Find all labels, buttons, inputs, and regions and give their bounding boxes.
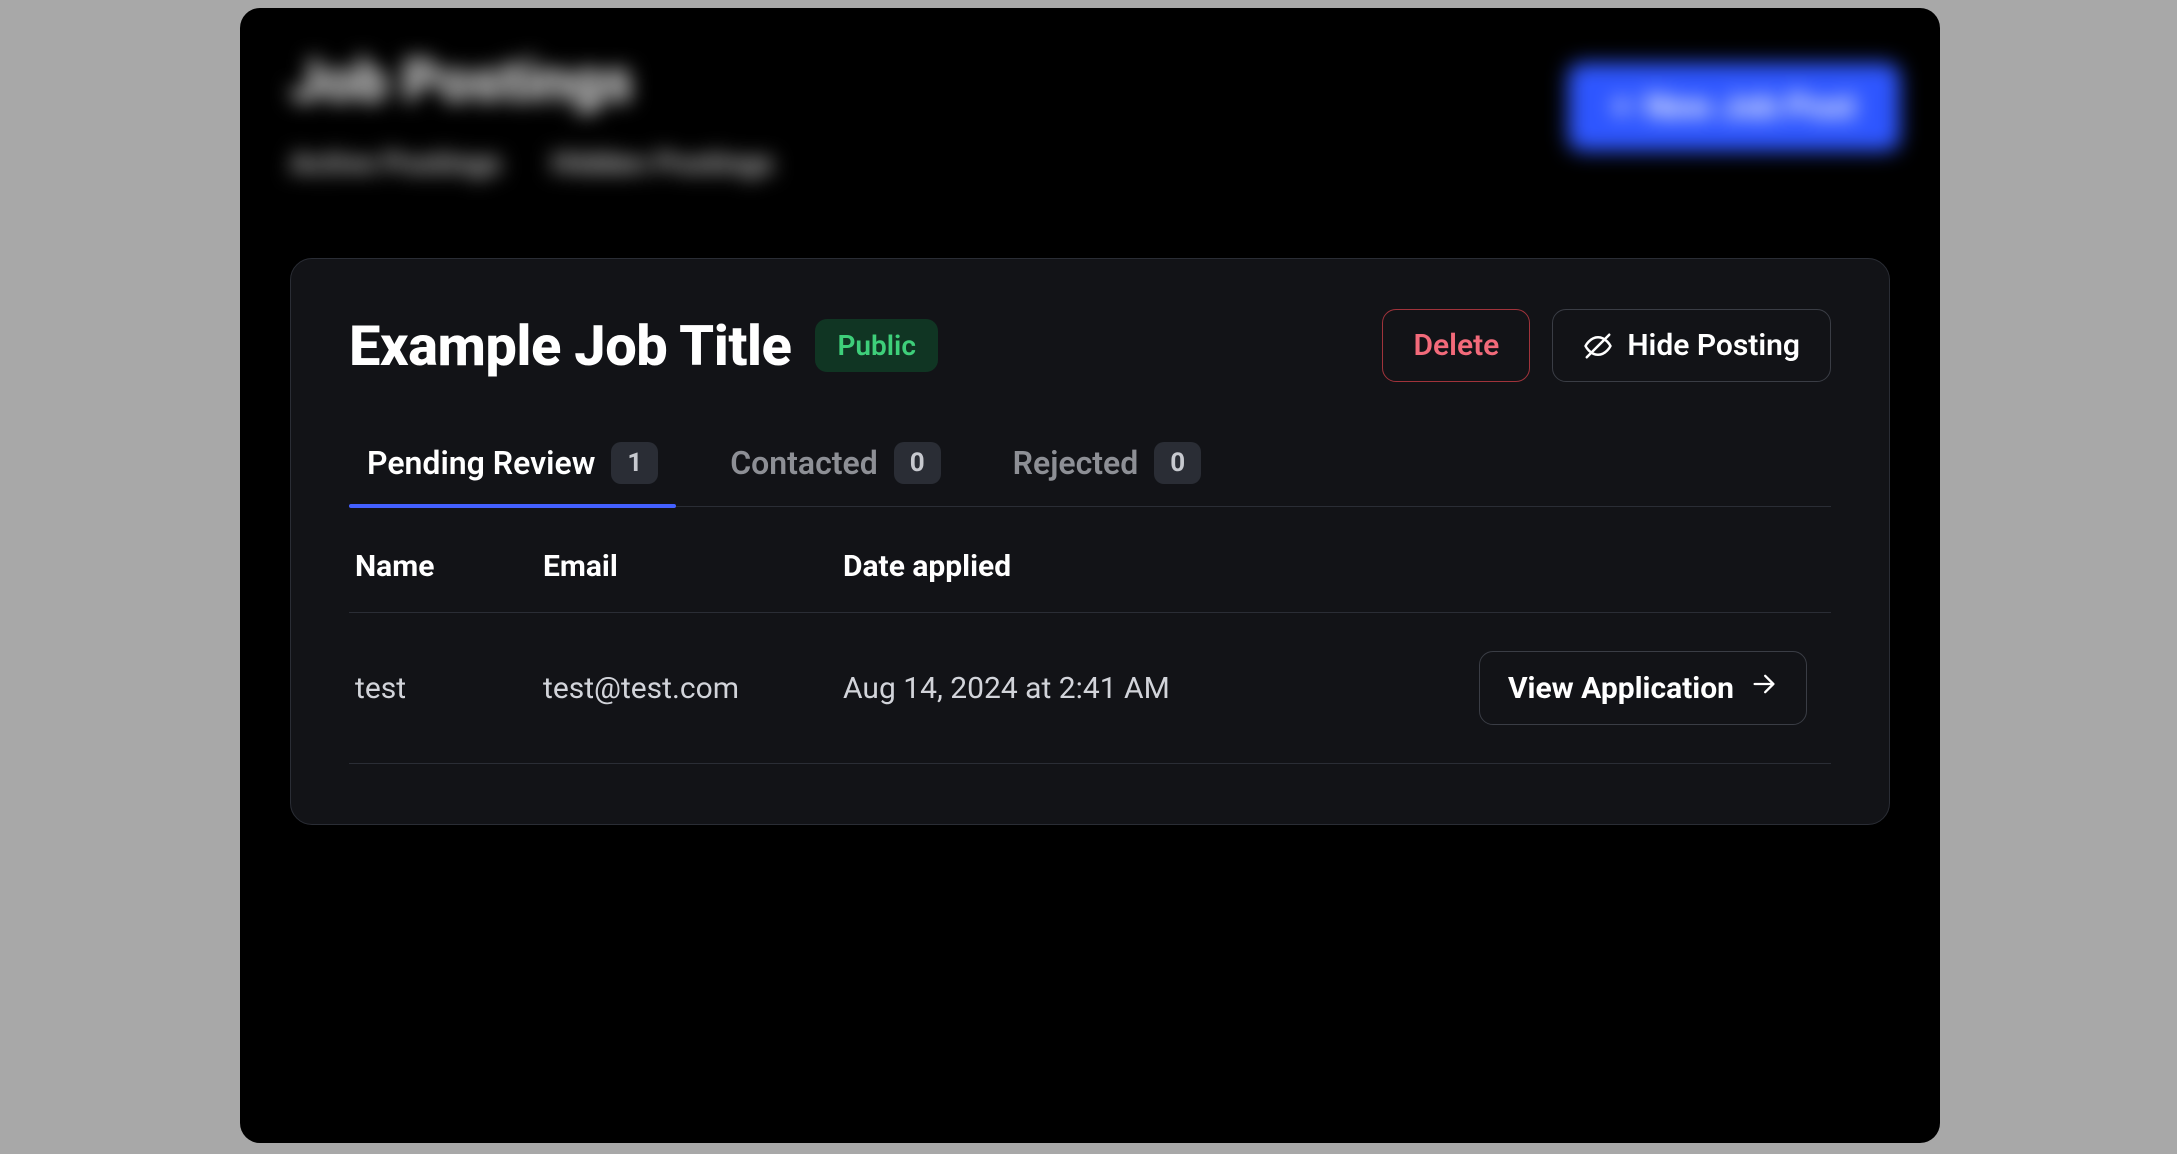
cell-action: View Application	[1339, 613, 1831, 764]
title-group: Example Job Title Public	[349, 313, 938, 379]
tab-rejected[interactable]: Rejected 0	[995, 430, 1220, 506]
tab-label: Rejected	[1013, 444, 1139, 482]
new-job-post-button[interactable]: + New Job Post	[1568, 63, 1900, 151]
tab-count: 0	[1154, 442, 1201, 484]
tab-label: Contacted	[730, 444, 878, 482]
app-window: Job Postings + New Job Post Active Posti…	[240, 8, 1940, 1143]
bg-tab-hidden[interactable]: Hidden Postings	[551, 146, 773, 181]
cell-date: Aug 14, 2024 at 2:41 AM	[819, 613, 1339, 764]
arrow-right-icon	[1750, 670, 1778, 706]
hide-posting-button[interactable]: Hide Posting	[1552, 309, 1831, 382]
col-header-date: Date applied	[819, 515, 1339, 613]
cell-email: test@test.com	[519, 613, 819, 764]
job-detail-panel: Example Job Title Public Delete Hide Pos…	[290, 258, 1890, 825]
table-row: test test@test.com Aug 14, 2024 at 2:41 …	[349, 613, 1831, 764]
tab-pending-review[interactable]: Pending Review 1	[349, 430, 676, 506]
panel-actions: Delete Hide Posting	[1382, 309, 1831, 382]
bg-tab-active[interactable]: Active Postings	[290, 146, 501, 181]
view-application-label: View Application	[1508, 671, 1734, 706]
panel-header: Example Job Title Public Delete Hide Pos…	[349, 309, 1831, 382]
applicants-table: Name Email Date applied test test@test.c…	[349, 515, 1831, 764]
eye-off-icon	[1583, 331, 1613, 361]
background-tabs: Active Postings Hidden Postings	[290, 146, 1890, 181]
page-title: Job Postings	[290, 48, 1890, 116]
delete-label: Delete	[1413, 328, 1499, 363]
visibility-badge: Public	[815, 319, 938, 372]
new-job-post-label: New Job Post	[1645, 87, 1856, 127]
hide-label: Hide Posting	[1627, 328, 1800, 363]
view-application-button[interactable]: View Application	[1479, 651, 1807, 725]
col-header-action	[1339, 515, 1831, 613]
cell-name: test	[349, 613, 519, 764]
tab-label: Pending Review	[367, 444, 595, 482]
application-status-tabs: Pending Review 1 Contacted 0 Rejected 0	[349, 430, 1831, 507]
delete-button[interactable]: Delete	[1382, 309, 1530, 382]
tab-count: 0	[894, 442, 941, 484]
col-header-email: Email	[519, 515, 819, 613]
job-title: Example Job Title	[349, 313, 791, 379]
plus-icon: +	[1612, 87, 1631, 127]
tab-count: 1	[611, 442, 658, 484]
table-header-row: Name Email Date applied	[349, 515, 1831, 613]
tab-contacted[interactable]: Contacted 0	[712, 430, 958, 506]
col-header-name: Name	[349, 515, 519, 613]
